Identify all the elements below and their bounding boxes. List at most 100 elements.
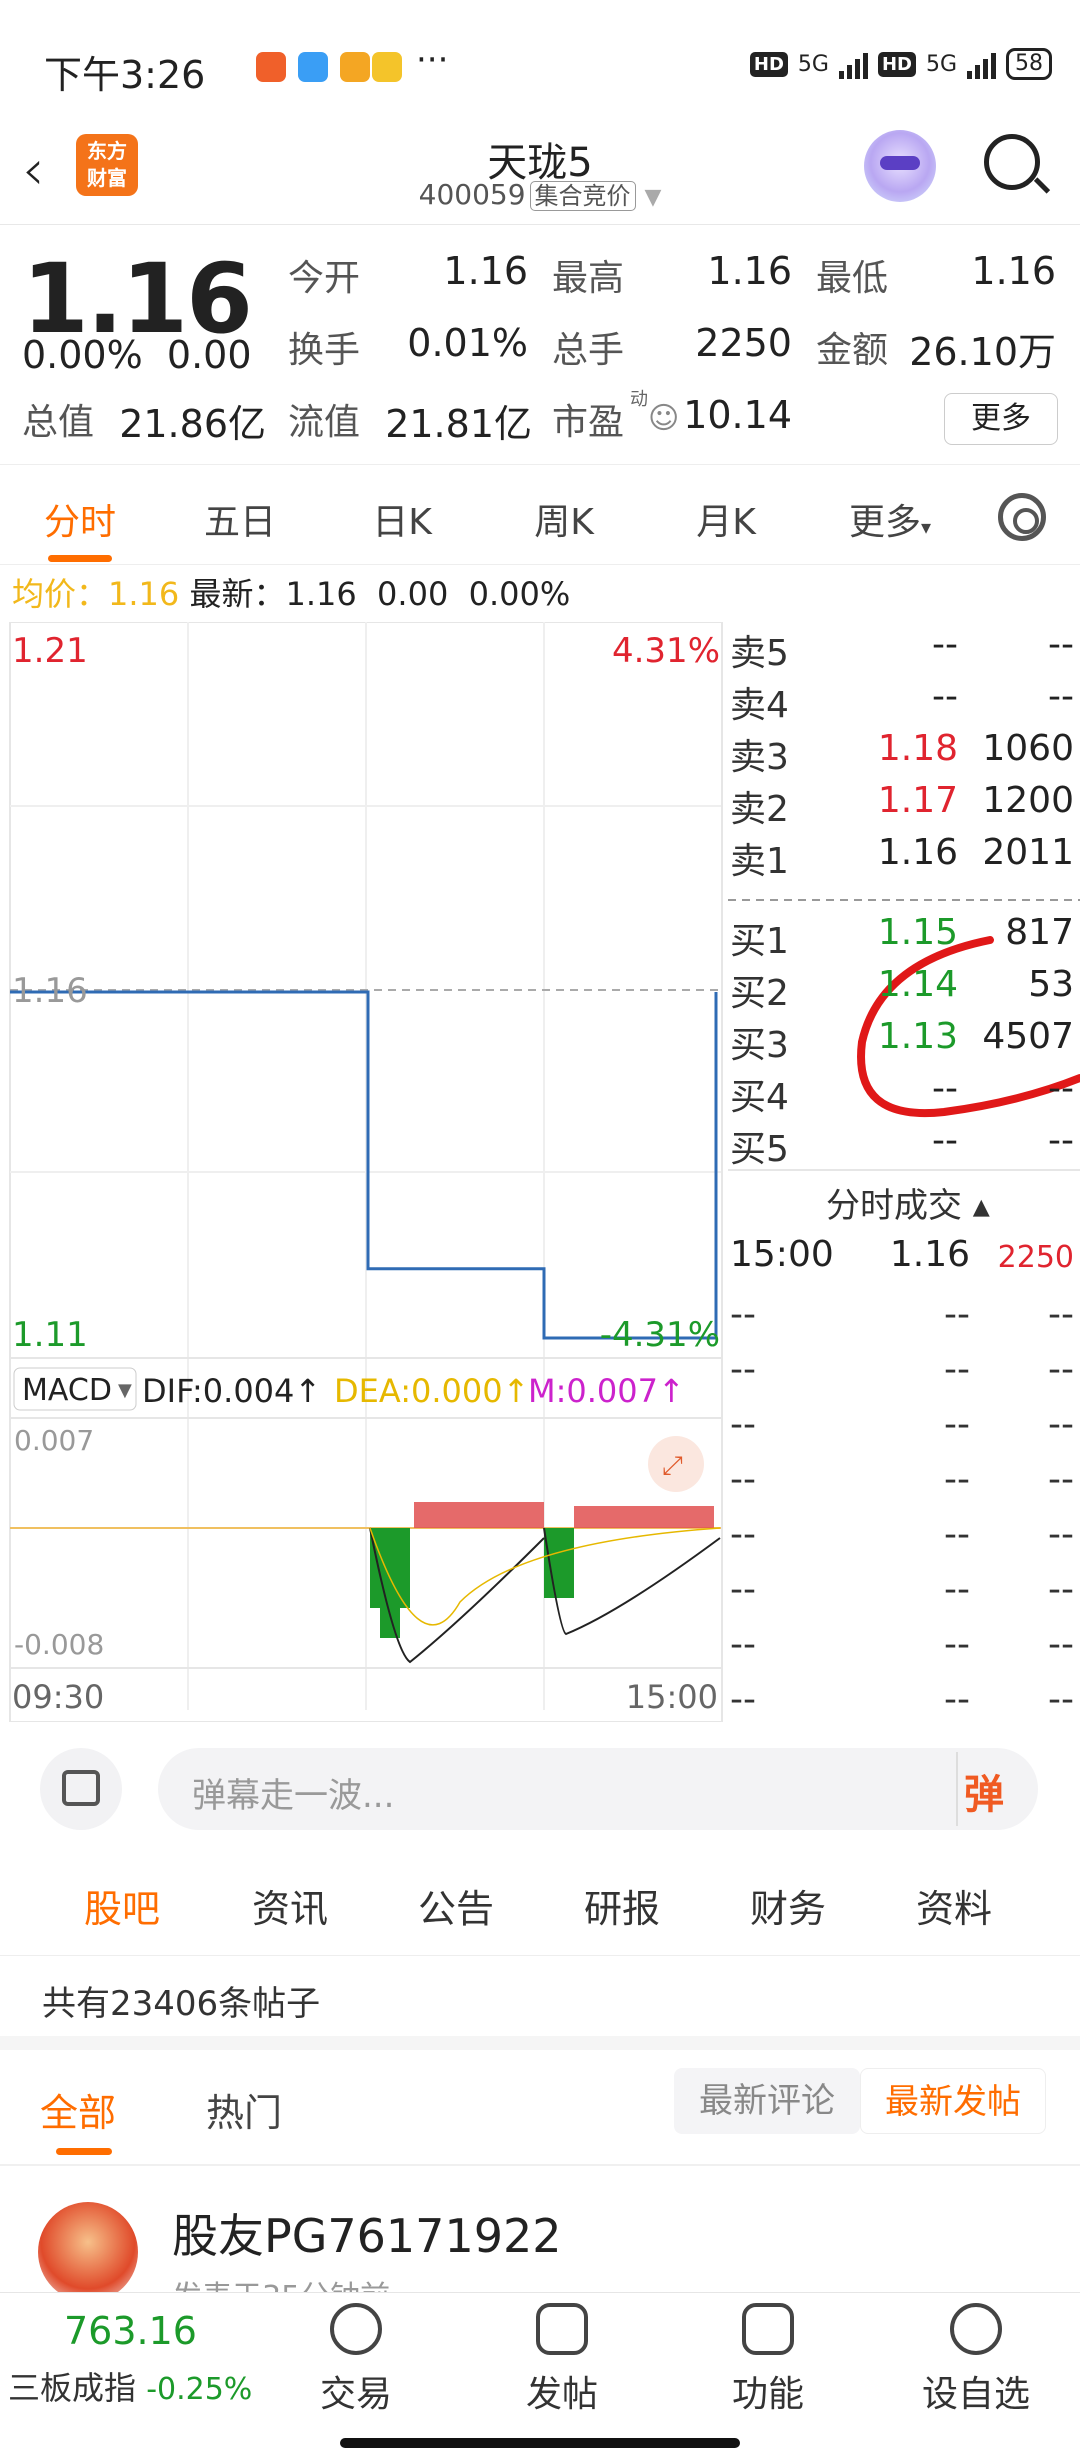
- nav-post[interactable]: 发帖: [492, 2303, 632, 2417]
- nav-functions[interactable]: 功能: [698, 2303, 838, 2417]
- signal-icon: [967, 49, 996, 79]
- price-line-group: [9, 990, 718, 1340]
- bid-price: --: [932, 1120, 958, 1161]
- macd-dea: DEA:0.000↑: [334, 1372, 529, 1410]
- trade-empty: --: [730, 1459, 756, 1500]
- trade-volume: 2250: [997, 1240, 1074, 1275]
- sort-latest-comment[interactable]: 最新评论: [674, 2068, 860, 2134]
- y-tick-top-pct: 4.31%: [612, 631, 720, 671]
- y-tick-mid: 1.16: [12, 971, 88, 1011]
- content-tabs: 股吧 资讯 公告 研报 财务 资料: [0, 1856, 1080, 1956]
- bid-label: 买2: [730, 973, 789, 1014]
- yen-icon: [330, 2303, 382, 2355]
- trade-empty: --: [730, 1404, 756, 1445]
- app-icon: [298, 52, 328, 82]
- app-icon: [372, 52, 402, 82]
- bid-label: 买3: [730, 1025, 789, 1066]
- post-username[interactable]: 股友PG76171922: [172, 2200, 562, 2266]
- stock-header: ‹ 东方 财富 天珑5 400059 集合竞价 ▼: [0, 130, 1080, 225]
- open-value: 1.16: [443, 249, 528, 293]
- trade-empty: --: [730, 1679, 756, 1720]
- index-name[interactable]: 三板成指 -0.25%: [8, 2363, 252, 2409]
- trade-empty: --: [1048, 1404, 1074, 1445]
- tab-announcements[interactable]: 公告: [396, 1878, 516, 1933]
- comment-input[interactable]: 弹幕走一波... 弹: [158, 1748, 1038, 1830]
- battery-icon: 58: [1006, 48, 1052, 80]
- hd-icon: HD: [877, 51, 916, 77]
- tab-finance[interactable]: 财务: [728, 1878, 848, 1933]
- tab-daily[interactable]: 日K: [332, 493, 472, 545]
- price-change: 0.00% 0.00: [22, 333, 252, 377]
- trades-header[interactable]: 分时成交 ▴: [826, 1178, 990, 1227]
- open-label: 今开: [288, 258, 361, 299]
- tab-news[interactable]: 资讯: [230, 1878, 350, 1933]
- ask-volume: --: [1048, 624, 1074, 665]
- trade-empty: --: [1048, 1514, 1074, 1555]
- trade-empty: --: [730, 1514, 756, 1555]
- tab-forum[interactable]: 股吧: [62, 1878, 182, 1933]
- pe-dynamic-mark: 动: [630, 389, 648, 410]
- edit-icon: [536, 2303, 588, 2355]
- chevron-down-icon: ▼: [644, 185, 662, 210]
- mcap-label: 总值: [22, 402, 95, 443]
- bid-price: --: [932, 1068, 958, 1109]
- price-series-line: [10, 990, 718, 1340]
- float-value: 21.81亿: [385, 402, 532, 446]
- trade-empty: --: [944, 1349, 970, 1390]
- trade-empty: --: [944, 1514, 970, 1555]
- bid-volume: 817: [1005, 912, 1074, 953]
- bid-label: 买5: [730, 1129, 789, 1170]
- tab-weekly[interactable]: 周K: [494, 493, 634, 545]
- tab-more[interactable]: 更多▾: [820, 493, 960, 545]
- settings-gear-icon[interactable]: [998, 493, 1046, 541]
- y-tick-top: 1.21: [12, 631, 88, 671]
- alarm-icon: [256, 52, 286, 82]
- tab-profile[interactable]: 资料: [894, 1878, 1014, 1933]
- chevron-down-icon: ▼: [118, 1380, 132, 1401]
- status-time: 下午3:26: [44, 53, 206, 97]
- turnover-label: 换手: [288, 330, 361, 371]
- trade-empty: --: [730, 1294, 756, 1335]
- high-value: 1.16: [707, 249, 792, 293]
- ask-volume: 1200: [982, 780, 1074, 821]
- more-button[interactable]: 更多: [944, 393, 1058, 445]
- x-tick-end: 15:00: [626, 1678, 718, 1716]
- filter-all[interactable]: 全部: [40, 2082, 116, 2137]
- search-icon[interactable]: [984, 134, 1040, 190]
- ask-volume: --: [1048, 676, 1074, 717]
- trade-empty: --: [1048, 1569, 1074, 1610]
- nav-trade[interactable]: 交易: [286, 2303, 426, 2417]
- grid-icon: [742, 2303, 794, 2355]
- trade-empty: --: [944, 1679, 970, 1720]
- expand-icon-glyph: ⤢: [662, 1451, 683, 1481]
- trade-empty: --: [944, 1294, 970, 1335]
- tab-intraday[interactable]: 分时: [10, 493, 150, 562]
- ask-volume: 2011: [982, 832, 1074, 873]
- index-value[interactable]: 763.16: [64, 2309, 197, 2353]
- macd-dif: DIF:0.004↑: [142, 1372, 321, 1410]
- nav-watchlist[interactable]: 设自选: [906, 2303, 1046, 2417]
- danmaku-button[interactable]: 弹: [964, 1762, 1004, 1820]
- tab-five-day[interactable]: 五日: [170, 493, 310, 545]
- home-indicator[interactable]: [340, 2438, 740, 2448]
- bid-price: 1.13: [877, 1016, 958, 1057]
- chart-tabs: 分时 五日 日K 周K 月K 更多▾: [0, 465, 1080, 565]
- avg-price-row: 均价：1.16 最新：1.16 0.00 0.00%: [12, 575, 571, 613]
- trade-price: 1.16: [889, 1234, 970, 1275]
- trade-empty: --: [944, 1404, 970, 1445]
- bid-volume: --: [1048, 1120, 1074, 1161]
- filter-hot[interactable]: 热门: [206, 2082, 282, 2137]
- ask-price: 1.16: [877, 832, 958, 873]
- comment-bar: 弹幕走一波... 弹: [0, 1722, 1080, 1852]
- tab-monthly[interactable]: 月K: [656, 493, 796, 545]
- post-count: 共有23406条帖子: [42, 1984, 321, 2024]
- trade-empty: --: [1048, 1679, 1074, 1720]
- ask-price: --: [932, 624, 958, 665]
- tab-research[interactable]: 研报: [562, 1878, 682, 1933]
- trade-empty: --: [944, 1459, 970, 1500]
- assistant-robot-icon[interactable]: [864, 130, 936, 202]
- volume-label: 总手: [552, 330, 625, 371]
- avatar[interactable]: [38, 2202, 138, 2302]
- macd-tick-bottom: -0.008: [14, 1628, 104, 1661]
- sort-latest-post[interactable]: 最新发帖: [860, 2068, 1046, 2134]
